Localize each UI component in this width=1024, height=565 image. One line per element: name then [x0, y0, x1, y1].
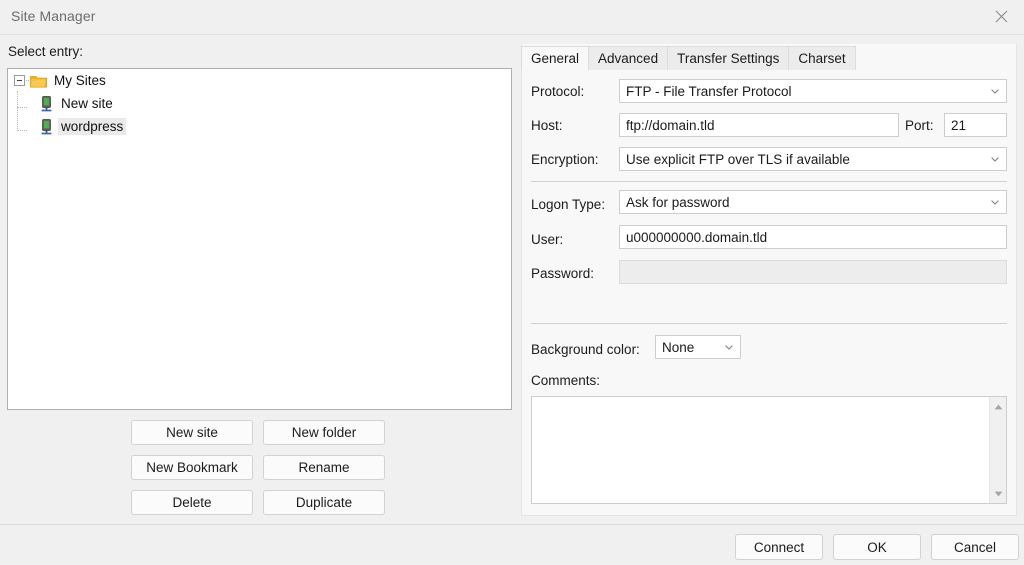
password-input[interactable] [619, 260, 1007, 284]
tab-advanced[interactable]: Advanced [588, 46, 668, 70]
tree-guide-line [17, 91, 19, 131]
scroll-up-button[interactable] [990, 398, 1007, 415]
user-input[interactable]: u000000000.domain.tld [619, 225, 1007, 249]
encryption-label: Encryption: [531, 152, 599, 167]
tree-item-my-sites[interactable]: My Sites [8, 69, 511, 92]
background-color-select[interactable]: None [655, 335, 741, 359]
comments-scrollbar[interactable] [989, 397, 1006, 503]
comments-textarea[interactable] [531, 396, 1007, 504]
chevron-down-icon [991, 200, 999, 205]
host-value: ftp://domain.tld [626, 118, 715, 133]
background-color-value: None [662, 340, 694, 355]
background-color-label: Background color: [531, 342, 640, 357]
close-button[interactable] [978, 0, 1024, 33]
encryption-select[interactable]: Use explicit FTP over TLS if available [619, 147, 1007, 171]
tab-general[interactable]: General [521, 46, 589, 70]
tree-item-label: wordpress [58, 118, 126, 135]
protocol-label: Protocol: [531, 84, 584, 99]
port-value: 21 [951, 118, 966, 133]
rename-button[interactable]: Rename [263, 455, 385, 480]
tree-item-wordpress[interactable]: wordpress [8, 115, 511, 138]
server-icon [40, 96, 53, 112]
new-bookmark-button[interactable]: New Bookmark [131, 455, 253, 480]
site-tree-panel[interactable]: My Sites New site wordpress [7, 68, 512, 410]
new-site-button[interactable]: New site [131, 420, 253, 445]
tree-item-new-site[interactable]: New site [8, 92, 511, 115]
title-bar: Site Manager [0, 0, 1024, 35]
form-separator [531, 181, 1007, 182]
port-label: Port: [905, 118, 934, 133]
window-title: Site Manager [11, 8, 95, 24]
triangle-down-icon [994, 491, 1003, 497]
tree-guide-branch [17, 130, 27, 132]
logon-type-select[interactable]: Ask for password [619, 190, 1007, 214]
duplicate-button[interactable]: Duplicate [263, 490, 385, 515]
port-input[interactable]: 21 [944, 113, 1007, 137]
comments-label: Comments: [531, 373, 600, 388]
tab-transfer-settings[interactable]: Transfer Settings [667, 46, 789, 70]
tree-item-label: New site [61, 96, 113, 111]
scroll-down-button[interactable] [990, 485, 1007, 502]
select-entry-label: Select entry: [8, 44, 83, 59]
logon-type-label: Logon Type: [531, 197, 605, 212]
user-label: User: [531, 232, 563, 247]
password-label: Password: [531, 266, 594, 281]
tree-connector [26, 80, 35, 82]
close-icon [995, 10, 1008, 23]
server-icon [40, 119, 53, 135]
protocol-select[interactable]: FTP - File Transfer Protocol [619, 79, 1007, 103]
connect-button[interactable]: Connect [735, 534, 823, 560]
tree-item-label: My Sites [54, 73, 106, 88]
settings-tabs: General Advanced Transfer Settings Chars… [521, 45, 1017, 70]
chevron-down-icon [725, 345, 733, 350]
chevron-down-icon [991, 89, 999, 94]
chevron-down-icon [991, 157, 999, 162]
host-label: Host: [531, 118, 563, 133]
expander-collapse-icon[interactable] [14, 75, 25, 86]
cancel-button[interactable]: Cancel [931, 534, 1019, 560]
encryption-value: Use explicit FTP over TLS if available [626, 152, 850, 167]
ok-button[interactable]: OK [833, 534, 921, 560]
triangle-up-icon [994, 404, 1003, 410]
user-value: u000000000.domain.tld [626, 230, 767, 245]
logon-type-value: Ask for password [626, 195, 730, 210]
form-separator [531, 323, 1007, 324]
host-input[interactable]: ftp://domain.tld [619, 113, 899, 137]
tree-guide-branch [17, 107, 27, 109]
delete-button[interactable]: Delete [131, 490, 253, 515]
tab-charset[interactable]: Charset [788, 46, 855, 70]
protocol-value: FTP - File Transfer Protocol [626, 84, 792, 99]
new-folder-button[interactable]: New folder [263, 420, 385, 445]
